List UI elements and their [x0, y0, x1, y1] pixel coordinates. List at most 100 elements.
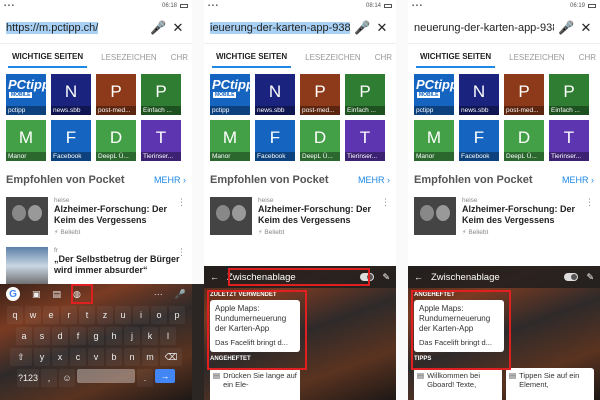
tab-bookmarks[interactable]: LESEZEICHEN — [509, 53, 565, 68]
key-e[interactable]: e — [43, 306, 59, 324]
key-p[interactable]: p — [169, 306, 185, 324]
tile-deepl[interactable]: D DeepL Ü... — [300, 120, 340, 161]
close-icon[interactable]: ✕ — [374, 20, 390, 36]
more-link[interactable]: MEHR › — [154, 175, 186, 185]
tile-post-med[interactable]: Ppost-med... — [504, 74, 544, 115]
tile-manor[interactable]: M Manor — [414, 120, 454, 161]
tile-pctipp[interactable]: PCtipp MOBILE pctipp — [414, 74, 454, 115]
google-icon[interactable]: G — [6, 287, 20, 301]
tile-deepl[interactable]: D DeepL Ü... — [96, 120, 136, 161]
tile-facebook[interactable]: F Facebook — [459, 120, 499, 161]
back-icon[interactable]: ← — [414, 272, 423, 282]
edit-icon[interactable]: ✎ — [586, 272, 594, 283]
palette-icon[interactable]: ◍ — [73, 289, 81, 300]
tile-facebook[interactable]: F Facebook — [51, 120, 91, 161]
tab-history[interactable]: CHR — [171, 53, 188, 68]
key-l[interactable]: l — [160, 327, 176, 345]
key-k[interactable]: k — [142, 327, 158, 345]
tile-pctipp[interactable]: PCtipp MOBILE pctipp — [6, 74, 46, 115]
clipboard-toggle[interactable] — [360, 273, 375, 281]
tile-tierinser[interactable]: T Tierinser... — [345, 120, 385, 161]
url-text[interactable]: ieuerung-der-karten-app-93810/ — [210, 21, 350, 34]
key-period[interactable]: . — [137, 369, 153, 387]
key-d[interactable]: d — [52, 327, 68, 345]
key-w[interactable]: w — [25, 306, 41, 324]
key-s[interactable]: s — [34, 327, 50, 345]
clipboard-tip-card[interactable]: ▤ Drücken Sie lange auf ein Ele- — [210, 368, 300, 400]
url-bar[interactable]: ieuerung-der-karten-app-93810/ 🎤 ✕ — [204, 12, 396, 44]
url-bar[interactable]: https://m.pctipp.ch/ 🎤 ✕ — [0, 12, 192, 44]
key-space[interactable] — [77, 369, 135, 383]
key-g[interactable]: g — [88, 327, 104, 345]
tile-facebook[interactable]: F Facebook — [255, 120, 295, 161]
key-o[interactable]: o — [151, 306, 167, 324]
tab-top-sites[interactable]: WICHTIGE SEITEN — [212, 52, 292, 68]
tile-einfach[interactable]: P Einfach ... — [345, 74, 385, 115]
key-f[interactable]: f — [70, 327, 86, 345]
key-z[interactable]: z — [97, 306, 113, 324]
url-text[interactable]: https://m.pctipp.ch/ — [6, 21, 146, 34]
clipboard-card[interactable]: Apple Maps: Rundumerneuerung der Karten-… — [414, 300, 504, 352]
list-item[interactable]: heise Alzheimer-Forschung: Der Keim des … — [204, 193, 396, 243]
sticker-icon[interactable]: ▣ — [32, 289, 41, 300]
key-⇧[interactable]: ⇧ — [10, 348, 32, 366]
url-bar[interactable]: neuerung-der-karten-app-93810/ 🎤 ✕ — [408, 12, 600, 44]
more-link[interactable]: MEHR › — [358, 175, 390, 185]
clipboard-tip-card[interactable]: ▤ Tippen Sie auf ein Element, — [506, 368, 594, 400]
url-text[interactable]: neuerung-der-karten-app-93810/ — [414, 22, 554, 34]
more-options-icon[interactable]: ⋮ — [177, 197, 186, 208]
key-emoji[interactable]: ☺ — [59, 369, 75, 387]
tile-post-med[interactable]: Ppost-med... — [300, 74, 340, 115]
list-item[interactable]: heise Alzheimer-Forschung: Der Keim des … — [0, 193, 192, 243]
back-icon[interactable]: ← — [210, 272, 219, 282]
tab-top-sites[interactable]: WICHTIGE SEITEN — [8, 52, 88, 68]
clipboard-tip-card[interactable]: ▤ Willkommen bei Gboard! Texte, — [414, 368, 502, 400]
tile-pctipp[interactable]: PCtipp MOBILE pctipp — [210, 74, 250, 115]
more-options-icon[interactable]: ⋮ — [381, 197, 390, 208]
key-⌫[interactable]: ⌫ — [160, 348, 182, 366]
tile-einfach[interactable]: P Einfach ... — [549, 74, 589, 115]
key-j[interactable]: j — [124, 327, 140, 345]
close-icon[interactable]: ✕ — [170, 20, 186, 36]
keyboard-mic-icon[interactable]: 🎤 — [175, 289, 186, 300]
key-comma[interactable]: , — [41, 369, 57, 387]
key-t[interactable]: t — [79, 306, 95, 324]
microphone-icon[interactable]: 🎤 — [150, 20, 166, 36]
tile-deepl[interactable]: D DeepL Ü... — [504, 120, 544, 161]
tile-tierinser[interactable]: T Tierinser... — [549, 120, 589, 161]
tab-history[interactable]: CHR — [375, 53, 392, 68]
more-link[interactable]: MEHR › — [562, 175, 594, 185]
key-symbols[interactable]: ?123 — [17, 369, 39, 387]
clipboard-toggle[interactable] — [564, 273, 579, 281]
tab-bookmarks[interactable]: LESEZEICHEN — [101, 53, 157, 68]
key-m[interactable]: m — [142, 348, 158, 366]
key-x[interactable]: x — [52, 348, 68, 366]
clipboard-card[interactable]: Apple Maps: Rundumerneuerung der Karten-… — [210, 300, 300, 352]
key-v[interactable]: v — [88, 348, 104, 366]
list-item[interactable]: heise Alzheimer-Forschung: Der Keim des … — [408, 193, 600, 243]
key-c[interactable]: c — [70, 348, 86, 366]
tile-manor[interactable]: M Manor — [6, 120, 46, 161]
tab-top-sites[interactable]: WICHTIGE SEITEN — [416, 52, 496, 68]
tile-post-med[interactable]: Ppost-med... — [96, 74, 136, 115]
microphone-icon[interactable]: 🎤 — [354, 20, 370, 36]
microphone-icon[interactable]: 🎤 — [558, 20, 574, 36]
tile-manor[interactable]: M Manor — [210, 120, 250, 161]
key-a[interactable]: a — [16, 327, 32, 345]
key-q[interactable]: q — [7, 306, 23, 324]
tab-bookmarks[interactable]: LESEZEICHEN — [305, 53, 361, 68]
more-options-icon[interactable]: ⋮ — [585, 197, 594, 208]
key-enter[interactable]: → — [155, 369, 175, 383]
key-b[interactable]: b — [106, 348, 122, 366]
tile-news-sbb[interactable]: Nnews.sbb — [459, 74, 499, 115]
key-n[interactable]: n — [124, 348, 140, 366]
clipboard-icon[interactable]: ▤ — [53, 289, 62, 300]
tile-einfach[interactable]: P Einfach ... — [141, 74, 181, 115]
tile-tierinser[interactable]: T Tierinser... — [141, 120, 181, 161]
tab-history[interactable]: CHR — [579, 53, 596, 68]
edit-icon[interactable]: ✎ — [382, 272, 390, 283]
key-r[interactable]: r — [61, 306, 77, 324]
tile-news-sbb[interactable]: Nnews.sbb — [51, 74, 91, 115]
more-dots-icon[interactable]: ··· — [154, 289, 163, 299]
key-y[interactable]: y — [34, 348, 50, 366]
